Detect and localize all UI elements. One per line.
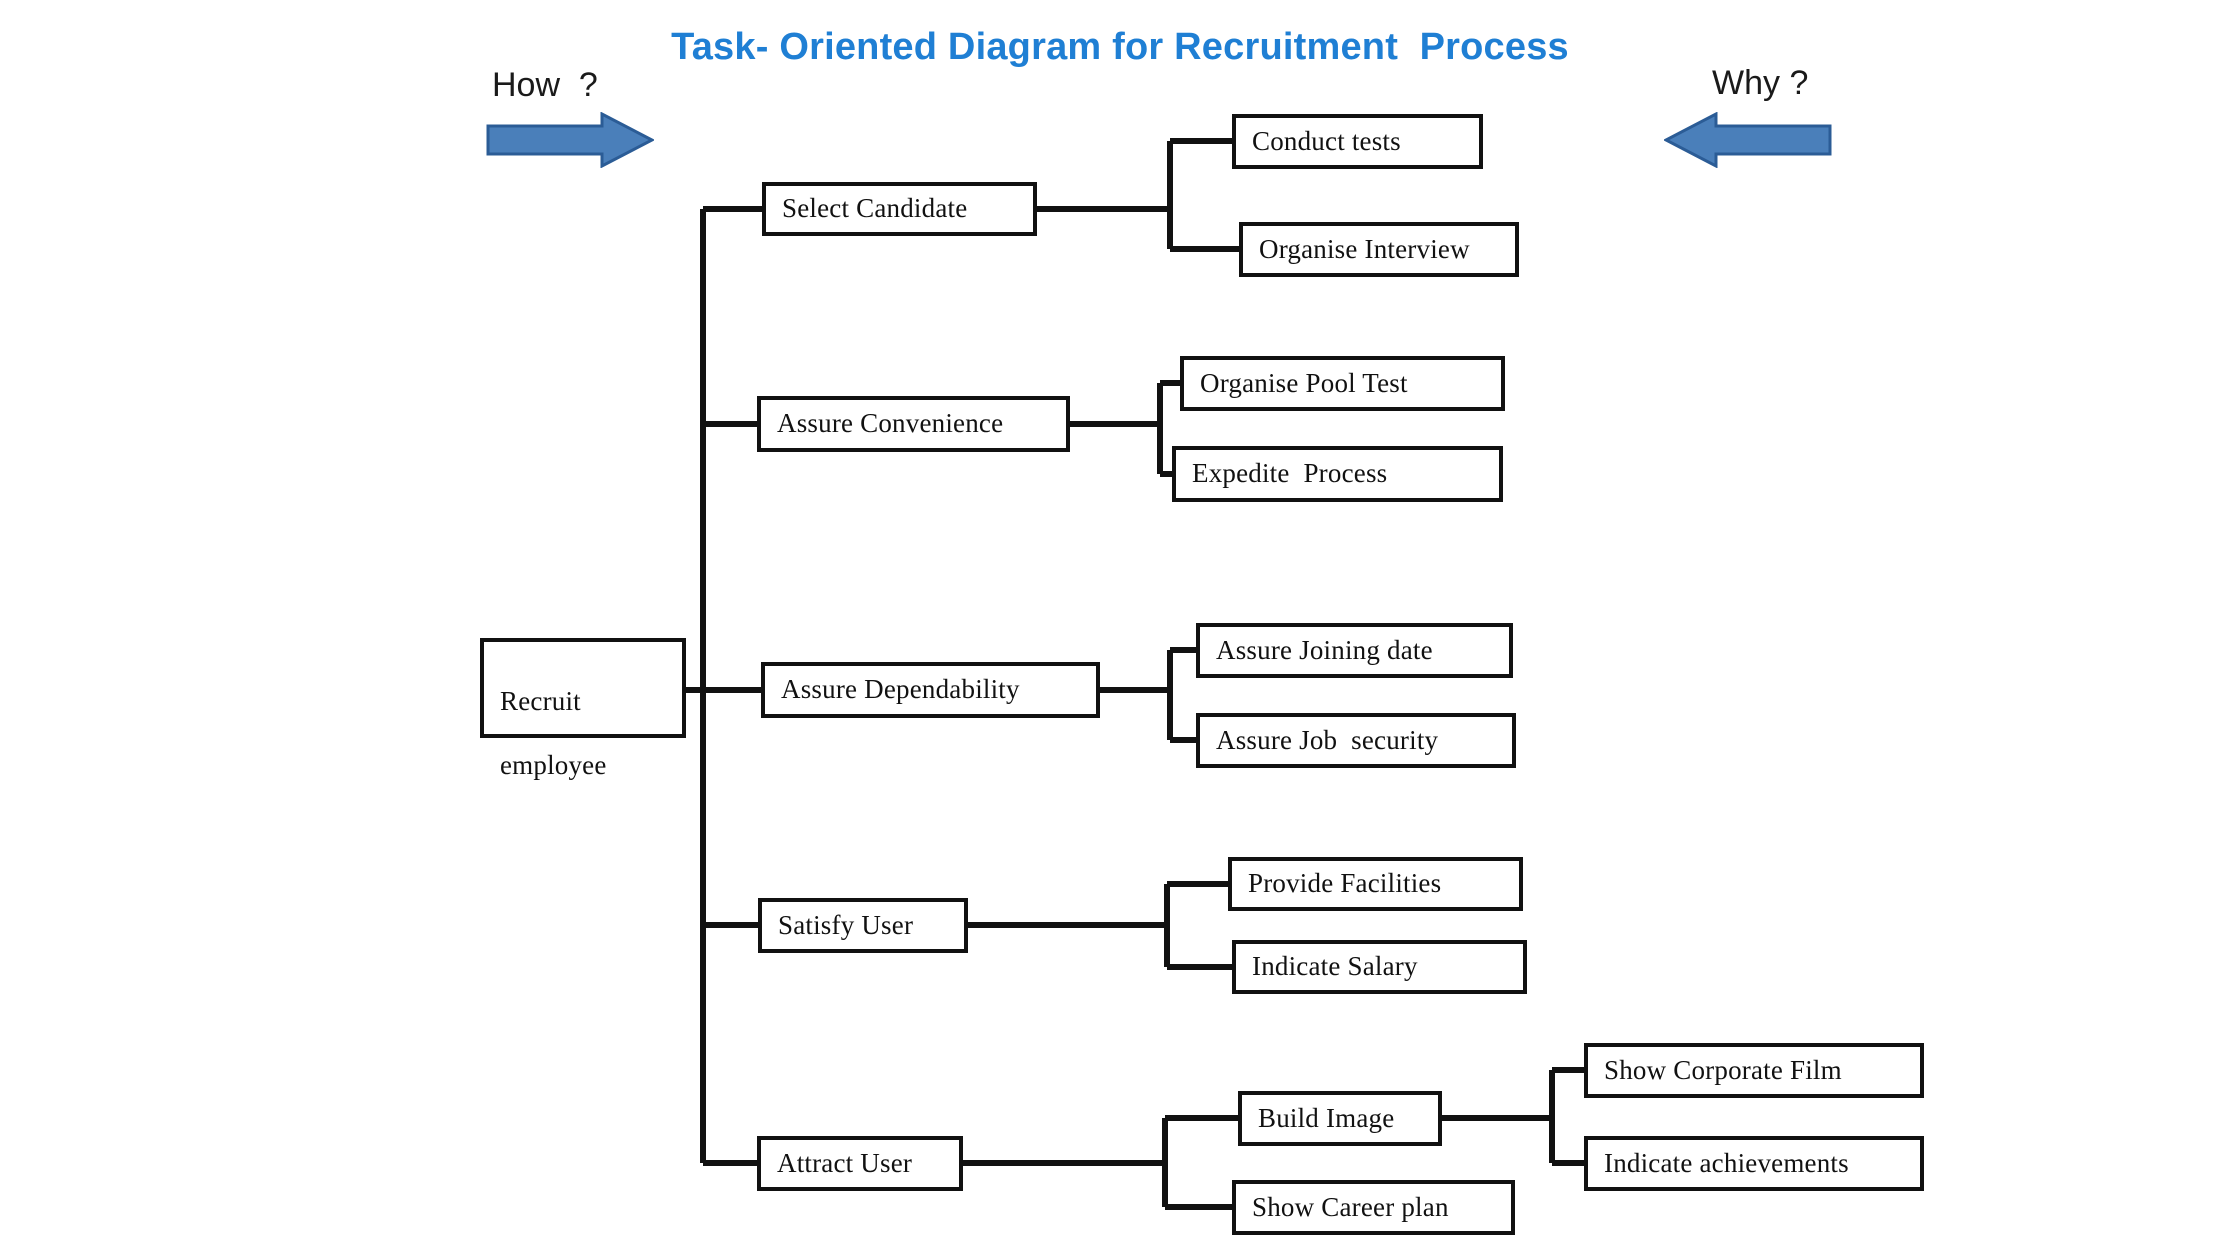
- node-satisfy-user[interactable]: Satisfy User: [758, 898, 968, 953]
- node-select-candidate[interactable]: Select Candidate: [762, 182, 1037, 236]
- node-label: Show Career plan: [1252, 1191, 1449, 1222]
- node-organise-pool-test[interactable]: Organise Pool Test: [1180, 356, 1505, 411]
- node-label: Conduct tests: [1252, 125, 1401, 156]
- node-build-image[interactable]: Build Image: [1238, 1091, 1442, 1146]
- node-show-corporate-film[interactable]: Show Corporate Film: [1584, 1043, 1924, 1098]
- node-conduct-tests[interactable]: Conduct tests: [1232, 114, 1483, 169]
- page-title: Task- Oriented Diagram for Recruitment P…: [671, 26, 1569, 68]
- arrow-left-icon: [1662, 111, 1832, 173]
- node-organise-interview[interactable]: Organise Interview: [1239, 222, 1519, 277]
- node-label: Satisfy User: [778, 909, 914, 940]
- node-label: Show Corporate Film: [1604, 1054, 1842, 1085]
- node-assure-joining-date[interactable]: Assure Joining date: [1196, 623, 1513, 678]
- node-label: Provide Facilities: [1248, 868, 1442, 899]
- node-label: Build Image: [1258, 1102, 1395, 1133]
- node-label: Organise Interview: [1259, 233, 1470, 264]
- node-label: Assure Dependability: [781, 674, 1020, 705]
- node-assure-job-security[interactable]: Assure Job security: [1196, 713, 1516, 768]
- node-provide-facilities[interactable]: Provide Facilities: [1228, 857, 1523, 911]
- node-label: Indicate Salary: [1252, 951, 1418, 982]
- node-label: Attract User: [777, 1147, 913, 1178]
- node-assure-convenience[interactable]: Assure Convenience: [757, 396, 1070, 452]
- how-label: How ?: [492, 66, 598, 104]
- node-root[interactable]: Recruit employee: [480, 638, 686, 780]
- node-label: Assure Job security: [1216, 724, 1439, 755]
- node-expedite-process[interactable]: Expedite Process: [1172, 446, 1503, 502]
- node-indicate-salary[interactable]: Indicate Salary: [1232, 940, 1527, 994]
- node-root-line1: Recruit: [500, 685, 581, 716]
- node-attract-user[interactable]: Attract User: [757, 1136, 963, 1191]
- why-label: Why ?: [1712, 64, 1809, 102]
- node-indicate-achievements[interactable]: Indicate achievements: [1584, 1136, 1924, 1191]
- node-label: Indicate achievements: [1604, 1147, 1849, 1178]
- node-assure-dependability[interactable]: Assure Dependability: [761, 662, 1100, 718]
- node-label: Assure Joining date: [1216, 634, 1433, 665]
- arrow-right-icon: [486, 111, 656, 173]
- node-label: Select Candidate: [782, 193, 968, 224]
- node-label: Organise Pool Test: [1200, 367, 1408, 398]
- node-label: Assure Convenience: [777, 408, 1004, 439]
- node-root-line2: employee: [500, 749, 607, 780]
- node-show-career-plan[interactable]: Show Career plan: [1232, 1180, 1515, 1235]
- node-label: Expedite Process: [1192, 458, 1388, 489]
- diagram-canvas: Task- Oriented Diagram for Recruitment P…: [0, 0, 2240, 1260]
